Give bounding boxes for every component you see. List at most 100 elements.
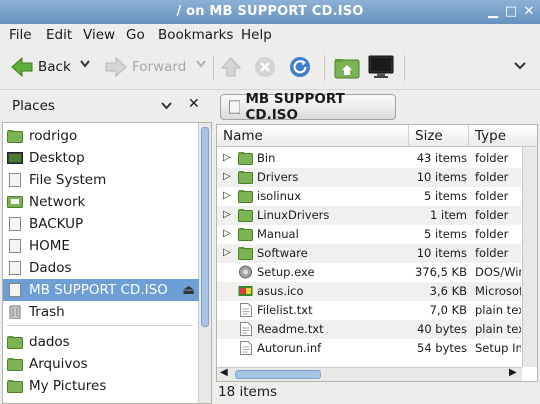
expander-icon[interactable]: ▷ (223, 247, 231, 258)
sidebar-item[interactable]: dados (3, 331, 199, 353)
toolbar-overflow-button[interactable] (514, 62, 526, 70)
file-row[interactable]: Setup.exe 376,5 KB DOS/Win (217, 263, 521, 282)
sidebar-item[interactable]: BACKUP (3, 213, 199, 235)
chevron-down-icon (514, 62, 526, 70)
sidebar-item[interactable]: File System (3, 169, 199, 191)
file-row[interactable]: ▷ Drivers 10 items folder (217, 168, 521, 187)
expander-icon[interactable]: ▷ (223, 171, 231, 182)
home-folder-icon (7, 130, 23, 143)
file-name: asus.ico (257, 284, 304, 298)
file-name: Software (257, 246, 308, 260)
back-label: Back (38, 59, 71, 75)
sidebar-item-label: My Pictures (29, 378, 107, 394)
file-row[interactable]: ▷ Manual 5 items folder (217, 225, 521, 244)
sidebar-item-label: Network (29, 194, 86, 210)
file-row[interactable]: asus.ico 3,6 KB Microsoft (217, 282, 521, 301)
file-name: Setup.exe (257, 265, 315, 279)
computer-button[interactable] (368, 54, 394, 80)
drive-icon (9, 173, 21, 187)
file-type: plain text (475, 303, 521, 317)
expander-icon[interactable]: ▷ (223, 209, 231, 220)
forward-history-dropdown[interactable] (196, 60, 206, 68)
places-title: Places (12, 98, 55, 114)
file-size: 5 items (424, 227, 467, 241)
folder-icon (238, 209, 253, 222)
menu-help[interactable]: Help (241, 27, 272, 43)
file-row[interactable]: Readme.txt 40 bytes plain text (217, 320, 521, 339)
sidebar-item[interactable]: MB SUPPORT CD.ISO ⏏ (3, 279, 199, 301)
sidebar-item-label: Arquivos (29, 356, 88, 372)
path-button-current[interactable]: MB SUPPORT CD.ISO (220, 91, 396, 123)
sidebar-item[interactable]: Arquivos (3, 353, 199, 375)
title-bar: / on MB SUPPORT CD.ISO ▁ □ ✕ (0, 0, 540, 24)
up-arrow-icon (220, 57, 242, 77)
sidebar-item[interactable]: Network (3, 191, 199, 213)
sidebar-item-label: dados (29, 334, 70, 350)
file-row[interactable]: Filelist.txt 7,0 KB plain text (217, 301, 521, 320)
file-row[interactable]: ▷ Bin 43 items folder (217, 149, 521, 168)
scrollbar-thumb[interactable] (201, 127, 209, 327)
file-size: 5 items (424, 189, 467, 203)
home-button[interactable] (334, 55, 360, 79)
status-bar-text: 18 items (218, 384, 278, 400)
close-pane-icon[interactable]: ✕ (188, 96, 200, 112)
back-button[interactable]: Back (10, 56, 71, 78)
file-name: Filelist.txt (257, 303, 313, 317)
eject-icon[interactable]: ⏏ (182, 282, 195, 298)
back-history-dropdown[interactable] (80, 60, 90, 68)
sidebar-item-label: Trash (29, 304, 65, 320)
file-type: folder (475, 208, 509, 222)
text-file-icon (240, 341, 252, 355)
file-row[interactable]: ▷ LinuxDrivers 1 item folder (217, 206, 521, 225)
file-type: folder (475, 189, 509, 203)
expander-icon[interactable]: ▷ (223, 190, 231, 201)
file-size: 10 items (416, 246, 467, 260)
menu-edit[interactable]: Edit (46, 27, 72, 43)
sidebar-item[interactable]: Trash (3, 301, 199, 323)
places-sidebar: rodrigo Desktop File System Network BACKUP HO… (2, 122, 212, 404)
sidebar-item[interactable]: Desktop (3, 147, 199, 169)
file-row[interactable]: ▷ Software 10 items folder (217, 244, 521, 263)
maximize-icon[interactable]: □ (502, 3, 520, 21)
sidebar-item-label: Dados (29, 260, 72, 276)
file-size: 1 item (430, 208, 467, 222)
minimize-icon[interactable]: ▁ (484, 3, 502, 21)
expander-icon[interactable]: ▷ (223, 152, 231, 163)
desktop-icon (7, 152, 23, 164)
reload-button[interactable] (289, 56, 311, 78)
image-icon (238, 286, 253, 296)
chevron-down-icon[interactable] (161, 102, 172, 110)
sidebar-item[interactable]: HOME (3, 235, 199, 257)
menu-go[interactable]: Go (126, 27, 145, 43)
up-button[interactable] (220, 56, 242, 78)
menu-bookmarks[interactable]: Bookmarks (158, 27, 233, 43)
sidebar-item-label: BACKUP (29, 216, 84, 232)
file-list-hscrollbar[interactable]: ◀ ▶ (217, 367, 522, 381)
scrollbar-thumb[interactable] (235, 370, 321, 379)
file-row[interactable]: ▷ isolinux 5 items folder (217, 187, 521, 206)
file-row[interactable]: Autorun.inf 54 bytes Setup Inf (217, 339, 521, 358)
folder-icon (238, 228, 253, 241)
file-type: plain text (475, 322, 521, 336)
expander-icon[interactable]: ▷ (223, 228, 231, 239)
close-icon[interactable]: ✕ (520, 3, 538, 21)
sidebar-item[interactable]: Dados (3, 257, 199, 279)
folder-icon (7, 380, 23, 393)
menu-view[interactable]: View (83, 27, 115, 43)
column-header-type[interactable]: Type (469, 125, 537, 147)
scroll-right-icon[interactable]: ▶ (509, 367, 517, 378)
file-type: Microsoft (475, 284, 521, 298)
file-type: folder (475, 227, 509, 241)
menu-file[interactable]: File (9, 27, 32, 43)
file-size: 3,6 KB (429, 284, 467, 298)
sidebar-scrollbar[interactable] (198, 123, 211, 403)
scroll-left-icon[interactable]: ◀ (220, 367, 228, 378)
file-name: LinuxDrivers (257, 208, 330, 222)
column-header-size[interactable]: Size (409, 125, 469, 147)
column-header-name[interactable]: Name (217, 125, 409, 147)
stop-button[interactable] (254, 56, 276, 78)
sidebar-item[interactable]: rodrigo (3, 125, 199, 147)
forward-button[interactable]: Forward (104, 56, 186, 78)
sidebar-item[interactable]: My Pictures (3, 375, 199, 397)
file-list-vscrollbar[interactable] (522, 147, 537, 367)
